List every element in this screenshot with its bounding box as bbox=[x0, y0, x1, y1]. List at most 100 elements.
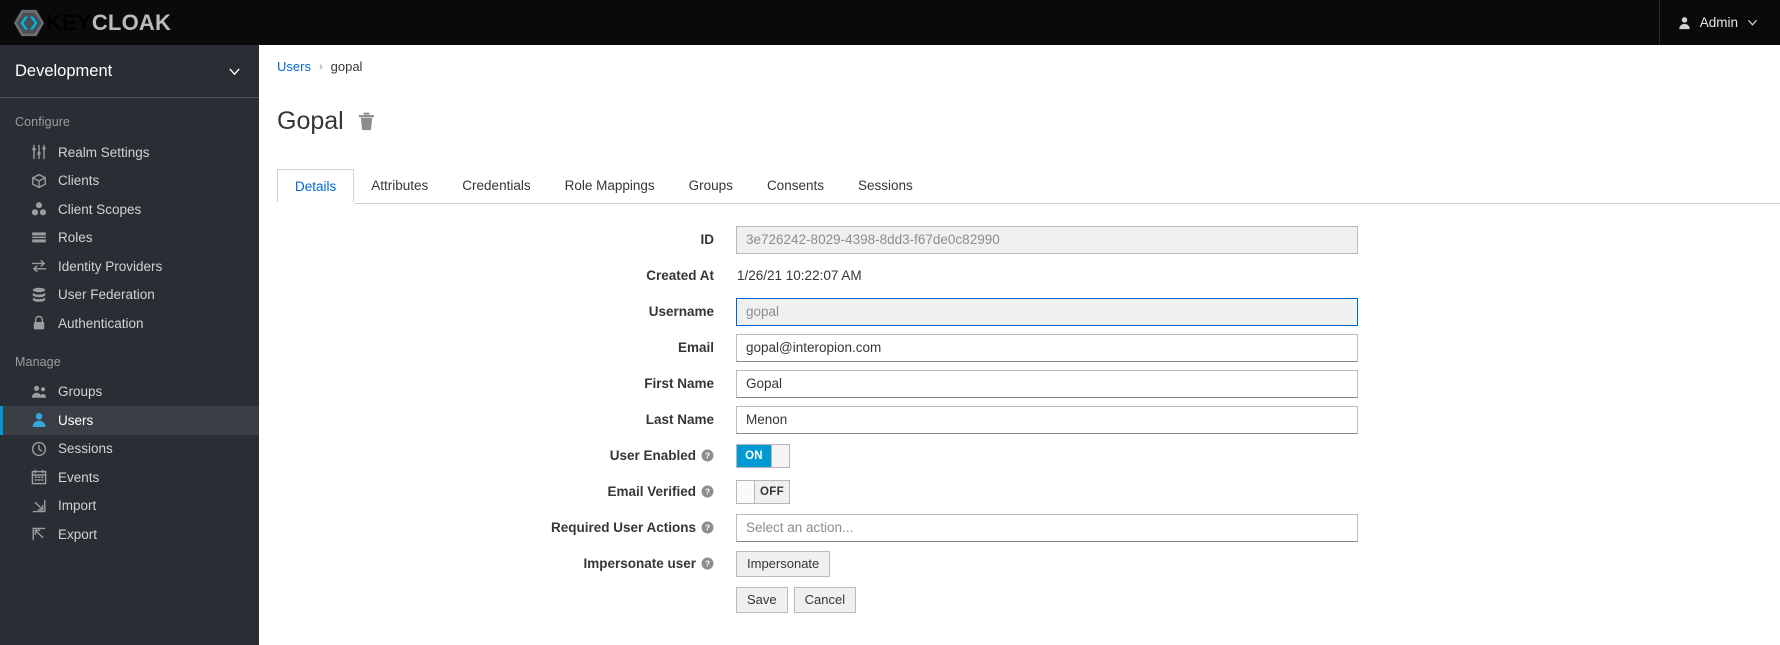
sidebar-item-label: Import bbox=[58, 498, 97, 513]
sidebar-item-client-scopes[interactable]: Client Scopes bbox=[0, 195, 259, 224]
email-label: Email bbox=[677, 340, 714, 355]
user-dropdown[interactable]: Admin bbox=[1678, 15, 1758, 30]
breadcrumb-current: gopal bbox=[330, 59, 363, 74]
sidebar-section-title: Configure bbox=[15, 115, 71, 129]
keycloak-hexagon-icon bbox=[14, 9, 44, 36]
main-content: Users › gopal Gopal Details Attributes Cre… bbox=[259, 45, 1780, 645]
tab-details[interactable]: Details bbox=[277, 168, 355, 204]
required-user-actions-control bbox=[736, 513, 1358, 542]
help-icon[interactable]: ? bbox=[701, 521, 714, 534]
first-name-control bbox=[736, 369, 1358, 398]
id-input bbox=[736, 225, 1358, 254]
tab-bar: Details Attributes Credentials Role Mapping… bbox=[277, 168, 1780, 204]
tab-credentials[interactable]: Credentials bbox=[445, 169, 547, 203]
users-icon bbox=[30, 383, 47, 400]
breadcrumb: Users › gopal bbox=[259, 45, 1780, 74]
user-name-label: Admin bbox=[1699, 15, 1738, 30]
sidebar-item-user-federation[interactable]: User Federation bbox=[0, 281, 259, 310]
impersonate-control: Impersonate bbox=[736, 550, 831, 577]
username-control bbox=[736, 297, 1358, 326]
sidebar-item-identity-providers[interactable]: Identity Providers bbox=[0, 252, 259, 281]
sliders-icon bbox=[30, 144, 47, 161]
database-icon bbox=[30, 286, 47, 303]
page-header: Gopal bbox=[259, 74, 1780, 151]
email-verified-state: OFF bbox=[755, 480, 789, 503]
svg-text:?: ? bbox=[705, 559, 710, 569]
tab-label: Attributes bbox=[371, 178, 429, 193]
realm-selector[interactable]: Development bbox=[0, 45, 259, 98]
form-row-id: ID bbox=[259, 225, 1780, 254]
email-verified-toggle[interactable]: OFF bbox=[736, 479, 790, 504]
email-control bbox=[736, 333, 1358, 362]
sidebar-item-import[interactable]: Import bbox=[0, 492, 259, 521]
tab-label: Credentials bbox=[462, 178, 531, 193]
sidebar-item-label: Export bbox=[58, 526, 98, 542]
required-user-actions-label-text: Required User Actions bbox=[550, 520, 696, 535]
tab-groups[interactable]: Groups bbox=[672, 169, 750, 203]
form-row-email-verified: Email Verified ? OFF bbox=[259, 478, 1780, 506]
tab-sessions[interactable]: Sessions bbox=[841, 169, 930, 203]
toggle-knob bbox=[771, 444, 789, 467]
user-icon bbox=[30, 412, 47, 429]
tab-label: Sessions bbox=[857, 178, 913, 193]
tab-role-mappings[interactable]: Role Mappings bbox=[548, 169, 672, 203]
sidebar-item-export[interactable]: Export bbox=[0, 520, 259, 549]
calendar-icon bbox=[30, 469, 47, 486]
form-row-email: Email bbox=[259, 333, 1780, 362]
help-icon[interactable]: ? bbox=[701, 557, 714, 570]
sidebar-item-label: Clients bbox=[58, 173, 100, 188]
cancel-button[interactable]: Cancel bbox=[793, 586, 857, 613]
first-name-label: First Name bbox=[644, 376, 714, 391]
username-input[interactable] bbox=[736, 297, 1358, 326]
sidebar-item-users[interactable]: Users bbox=[0, 406, 259, 435]
sidebar-section-title: Manage bbox=[15, 354, 61, 369]
sidebar-item-label: Authentication bbox=[58, 315, 144, 331]
sidebar-item-label: Events bbox=[58, 469, 100, 485]
sidebar-item-label: Roles bbox=[58, 230, 93, 245]
form-row-user-enabled: User Enabled ? ON bbox=[259, 442, 1780, 470]
brand-key: KEY bbox=[46, 9, 92, 35]
form-row-required-user-actions: Required User Actions ? bbox=[259, 513, 1780, 542]
username-label: Username bbox=[648, 304, 714, 319]
form-row-username: Username bbox=[259, 297, 1780, 326]
import-arrow-icon bbox=[30, 497, 47, 514]
toggle-knob bbox=[737, 480, 755, 503]
sidebar-item-roles[interactable]: Roles bbox=[0, 224, 259, 253]
keycloak-wordmark: KEY CLOAK bbox=[46, 9, 171, 35]
svg-text:?: ? bbox=[705, 487, 710, 497]
first-name-input[interactable] bbox=[736, 369, 1358, 398]
form-row-last-name: Last Name bbox=[259, 405, 1780, 434]
help-icon[interactable]: ? bbox=[701, 485, 714, 498]
user-enabled-label: User Enabled ? bbox=[259, 448, 736, 463]
sidebar-item-events[interactable]: Events bbox=[0, 463, 259, 492]
email-verified-control: OFF bbox=[736, 479, 790, 504]
required-user-actions-select[interactable] bbox=[736, 513, 1358, 542]
sidebar-item-sessions[interactable]: Sessions bbox=[0, 435, 259, 464]
user-enabled-toggle[interactable]: ON bbox=[736, 443, 790, 468]
created-at-value: 1/26/21 10:22:07 AM bbox=[737, 268, 862, 283]
sidebar-item-clients[interactable]: Clients bbox=[0, 167, 259, 196]
tab-label: Consents bbox=[766, 178, 824, 193]
tab-consents[interactable]: Consents bbox=[750, 169, 841, 203]
email-verified-label: Email Verified ? bbox=[259, 484, 736, 499]
sidebar-item-groups[interactable]: Groups bbox=[0, 378, 259, 407]
impersonate-label: Impersonate user ? bbox=[259, 556, 736, 571]
created-at-control: 1/26/21 10:22:07 AM bbox=[736, 268, 862, 283]
cubes-icon bbox=[30, 201, 47, 218]
form-row-impersonate: Impersonate user ? Impersonate bbox=[259, 550, 1780, 578]
breadcrumb-users-link[interactable]: Users bbox=[277, 59, 311, 74]
tab-attributes[interactable]: Attributes bbox=[354, 169, 445, 203]
last-name-input[interactable] bbox=[736, 405, 1358, 434]
sidebar-item-authentication[interactable]: Authentication bbox=[0, 309, 259, 338]
keycloak-logo[interactable]: KEY CLOAK bbox=[14, 8, 171, 38]
id-label: ID bbox=[700, 232, 715, 247]
sidebar-item-realm-settings[interactable]: Realm Settings bbox=[0, 138, 259, 167]
save-button[interactable]: Save bbox=[736, 586, 788, 613]
impersonate-label-text: Impersonate user bbox=[583, 556, 696, 571]
impersonate-button[interactable]: Impersonate bbox=[736, 550, 831, 577]
sidebar-item-label: User Federation bbox=[58, 287, 155, 302]
help-icon[interactable]: ? bbox=[701, 449, 714, 462]
email-input[interactable] bbox=[736, 333, 1358, 362]
trash-icon[interactable] bbox=[358, 112, 375, 131]
sidebar-item-label: Sessions bbox=[58, 441, 113, 456]
